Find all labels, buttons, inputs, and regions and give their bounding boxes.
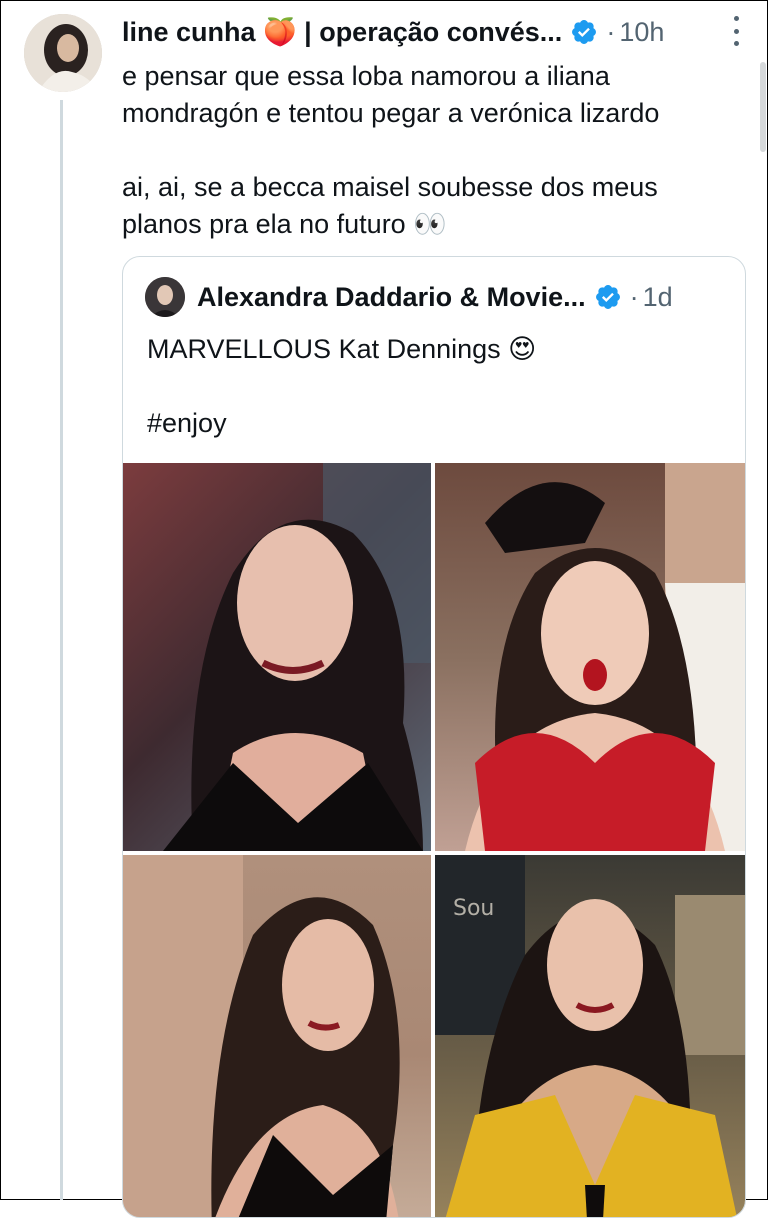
post-timestamp[interactable]: 10h — [619, 17, 664, 48]
verified-badge-icon — [594, 283, 622, 311]
verified-badge-icon — [570, 18, 598, 46]
author-avatar[interactable] — [24, 14, 102, 92]
more-options-icon[interactable] — [732, 16, 740, 46]
header-separator: · — [606, 16, 616, 47]
media-grid: Sou — [123, 463, 745, 1217]
quoted-post-text: MARVELLOUS Kat Dennings 😍 #enjoy — [147, 331, 727, 442]
svg-text:Sou: Sou — [453, 896, 494, 921]
post-text: e pensar que essa loba namorou a iliana … — [122, 61, 660, 239]
author-name[interactable]: line cunha 🍑 | operação convés... — [122, 16, 562, 48]
quoted-post-timestamp[interactable]: 1d — [643, 282, 673, 313]
post-header: line cunha 🍑 | operação convés... · 10h — [122, 14, 748, 50]
quoted-post-header: Alexandra Daddario & Movie... · 1d — [145, 277, 725, 317]
scrollbar[interactable] — [760, 62, 766, 152]
photo-3[interactable] — [123, 855, 431, 1217]
quoted-author-avatar[interactable] — [145, 277, 185, 317]
hashtag-link[interactable]: #enjoy — [147, 408, 227, 438]
photo-1[interactable] — [123, 463, 431, 851]
quoted-header-separator: · — [629, 281, 639, 312]
quoted-post-card[interactable]: Alexandra Daddario & Movie... · 1d MARVE… — [122, 256, 746, 1218]
photo-2[interactable] — [435, 463, 745, 851]
thread-line — [60, 100, 63, 1200]
quoted-author-name[interactable]: Alexandra Daddario & Movie... — [197, 282, 586, 313]
photo-4[interactable]: Sou — [435, 855, 745, 1217]
quoted-post-text-line1: MARVELLOUS Kat Dennings 😍 — [147, 334, 537, 364]
